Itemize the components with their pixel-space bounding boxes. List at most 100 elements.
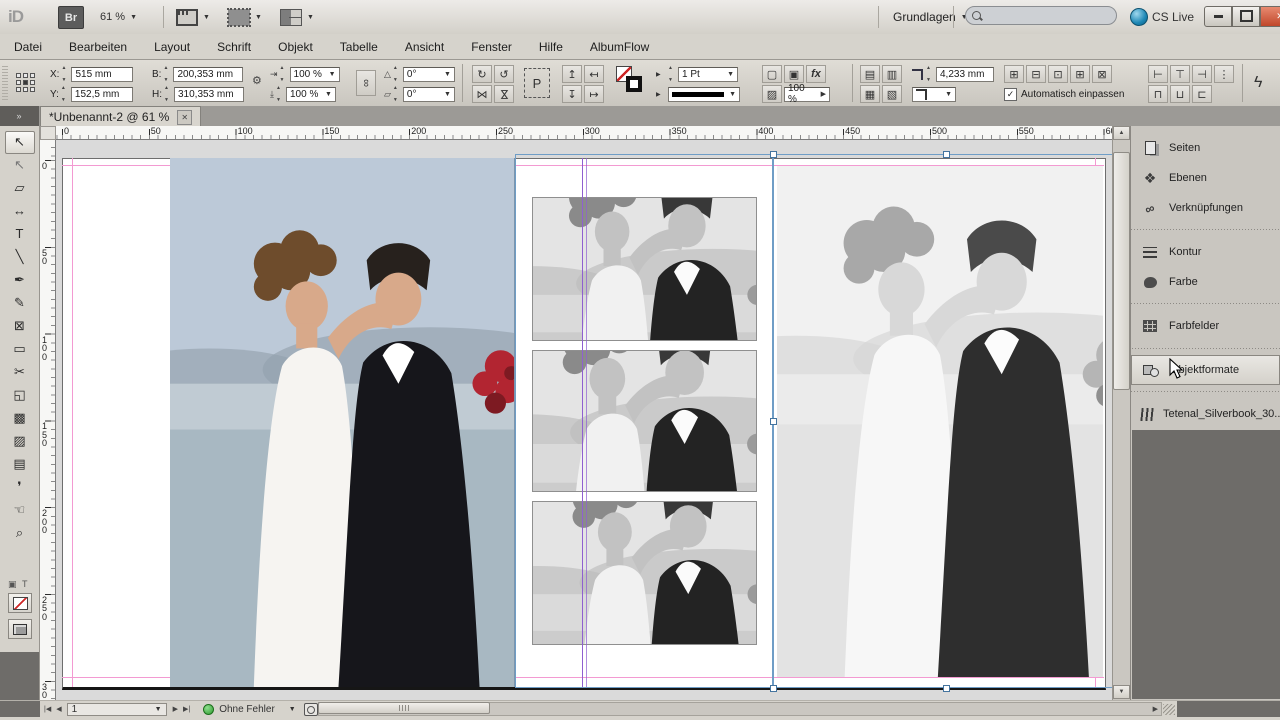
rotate-cw-button[interactable]: ↻ <box>472 65 492 83</box>
zoom-tool[interactable]: ⌕ <box>5 522 35 545</box>
scroll-down-button[interactable]: ▼ <box>1113 685 1130 699</box>
select-container-indicator[interactable]: P <box>524 68 550 98</box>
rotate-ccw-button[interactable]: ↺ <box>494 65 514 83</box>
zoom-level-dropdown[interactable]: 61 % ▼ <box>100 6 137 28</box>
inner-shadow-button[interactable]: ▣ <box>784 65 804 83</box>
shear-value[interactable]: 0°▼ <box>403 87 455 102</box>
scale-x-value[interactable]: 100 %▼ <box>290 67 340 82</box>
stroke-swatch[interactable] <box>626 76 642 92</box>
close-button[interactable]: ✕ <box>1260 6 1280 27</box>
hand-tool[interactable]: ☜ <box>5 499 35 522</box>
stepper[interactable]: ▲▼ <box>61 66 70 82</box>
select-content-button[interactable]: ↧ <box>562 85 582 103</box>
vertical-scroll-thumb[interactable] <box>1113 152 1130 390</box>
ruler-origin-box[interactable] <box>40 126 56 140</box>
document-canvas[interactable] <box>56 140 1112 700</box>
free-transform-tool[interactable]: ◱ <box>5 384 35 407</box>
panel-item-kontur[interactable]: Kontur <box>1131 237 1280 267</box>
cs-live-label[interactable]: CS Live <box>1152 6 1194 28</box>
resize-grip[interactable] <box>1163 704 1175 715</box>
panel-item-objektformate[interactable]: Objektformate <box>1131 355 1280 385</box>
constrain-scale-link-button[interactable]: ∞ <box>356 70 378 96</box>
menu-item[interactable]: Schrift <box>217 40 251 54</box>
wrap-jump-button[interactable]: ▧ <box>882 85 902 103</box>
gap-tool[interactable]: ↔ <box>5 200 35 223</box>
search-input[interactable] <box>965 6 1117 25</box>
selected-frame-center[interactable] <box>515 154 773 688</box>
align-bottom-button[interactable]: ⊏ <box>1192 85 1212 103</box>
workspace-switcher[interactable]: Grundlagen ▼ <box>893 6 968 28</box>
align-top-button[interactable]: ⊓ <box>1148 85 1168 103</box>
width-field[interactable]: B: ▲▼ 200,353 mm <box>152 65 243 83</box>
minimize-button[interactable] <box>1204 6 1232 27</box>
vertical-scrollbar[interactable]: ▲ ▼ <box>1112 126 1130 700</box>
gradient-tool[interactable]: ▩ <box>5 407 35 430</box>
corner-radius-field[interactable]: ▲▼ 4,233 mm <box>912 65 994 83</box>
chevron-down-icon[interactable]: ▼ <box>289 706 296 713</box>
shear-angle-field[interactable]: ▱ ▲▼ 0°▼ <box>384 85 455 103</box>
next-page-button[interactable]: ▶ <box>173 705 178 713</box>
align-center-button[interactable]: ⊤ <box>1170 65 1190 83</box>
shadow-button[interactable]: ▢ <box>762 65 782 83</box>
menu-item[interactable]: Datei <box>14 40 42 54</box>
first-page-button[interactable]: |◀ <box>44 705 51 713</box>
h-value[interactable]: 310,353 mm <box>174 87 244 102</box>
scroll-up-button[interactable]: ▲ <box>1113 126 1130 140</box>
stepper[interactable]: ▲▼ <box>276 86 285 102</box>
margin-guide-left[interactable] <box>72 158 73 687</box>
reference-point-proxy[interactable] <box>16 73 35 92</box>
formatting-text-icon[interactable]: T <box>22 579 28 589</box>
panel-item-ebenen[interactable]: Ebenen <box>1131 163 1280 193</box>
panel-item-library[interactable]: Tetenal_Silverbook_30... <box>1131 399 1280 429</box>
formatting-container-icon[interactable]: ▣ <box>8 579 17 590</box>
scale-y-value[interactable]: 100 %▼ <box>286 87 336 102</box>
rotation-value[interactable]: 0°▼ <box>403 67 455 82</box>
autofit-checkbox[interactable]: ✓ <box>1004 88 1017 101</box>
preflight-panel-icon[interactable] <box>304 703 318 716</box>
height-field[interactable]: H: ▲▼ 310,353 mm <box>152 85 244 103</box>
stepper[interactable]: ▲▼ <box>61 86 70 102</box>
wrap-none-button[interactable]: ▤ <box>860 65 880 83</box>
stepper[interactable]: ▲▼ <box>393 66 402 82</box>
preflight-status[interactable]: Ohne Fehler <box>219 704 275 715</box>
stepper[interactable]: ▲▼ <box>668 66 677 82</box>
rotation-angle-field[interactable]: △ ▲▼ 0°▼ <box>384 65 455 83</box>
screen-mode-toggle[interactable] <box>8 619 32 639</box>
b-value[interactable]: 200,353 mm <box>173 67 243 82</box>
frame-tool[interactable]: ⊠ <box>5 315 35 338</box>
select-container-button[interactable]: ↥ <box>562 65 582 83</box>
scale-y-field[interactable]: ⤓ ▲▼ 100 %▼ <box>270 85 336 103</box>
panel-item-farbfelder[interactable]: Farbfelder <box>1131 311 1280 341</box>
y-value[interactable]: 152,5 mm <box>71 87 133 102</box>
gradient-feather-tool[interactable]: ▨ <box>5 430 35 453</box>
menu-item[interactable]: Hilfe <box>539 40 563 54</box>
pen-tool[interactable]: ✒ <box>5 269 35 292</box>
fit-frame-to-content-button[interactable]: ⊟ <box>1026 65 1046 83</box>
previous-page-button[interactable]: ◀ <box>56 705 61 713</box>
horizontal-scroll-thumb[interactable] <box>318 702 490 714</box>
rectangle-tool[interactable]: ▭ <box>5 338 35 361</box>
quick-apply-button[interactable]: ϟ <box>1254 74 1262 92</box>
stroke-weight-value[interactable]: 1 Pt▼ <box>678 67 738 82</box>
stepper[interactable]: ▲▼ <box>163 66 172 82</box>
fit-content-to-frame-button[interactable]: ⊞ <box>1004 65 1024 83</box>
maximize-button[interactable] <box>1232 6 1260 27</box>
pencil-tool[interactable]: ✎ <box>5 292 35 315</box>
menu-item[interactable]: Bearbeiten <box>69 40 127 54</box>
photo-left-page-color[interactable] <box>170 158 515 687</box>
tools-panel-collapse-button[interactable]: » <box>0 106 39 126</box>
select-next-object-button[interactable]: ↦ <box>584 85 604 103</box>
stepper[interactable]: ▲▼ <box>393 86 402 102</box>
eyedropper-tool[interactable]: ❜ <box>5 476 35 499</box>
selection-tool[interactable]: ↖ <box>5 131 35 154</box>
apply-none-button[interactable] <box>8 593 32 613</box>
fill-frame-button[interactable]: ⊠ <box>1092 65 1112 83</box>
fill-flyout[interactable]: ▶ <box>654 65 661 83</box>
menu-item[interactable]: Fenster <box>471 40 512 54</box>
select-previous-object-button[interactable]: ↤ <box>584 65 604 83</box>
scissors-tool[interactable]: ✂ <box>5 361 35 384</box>
selection-handle[interactable] <box>770 151 777 158</box>
close-tab-icon[interactable]: ✕ <box>177 110 192 125</box>
view-options-button[interactable]: ▼ <box>176 6 210 28</box>
selection-handle[interactable] <box>770 685 777 692</box>
